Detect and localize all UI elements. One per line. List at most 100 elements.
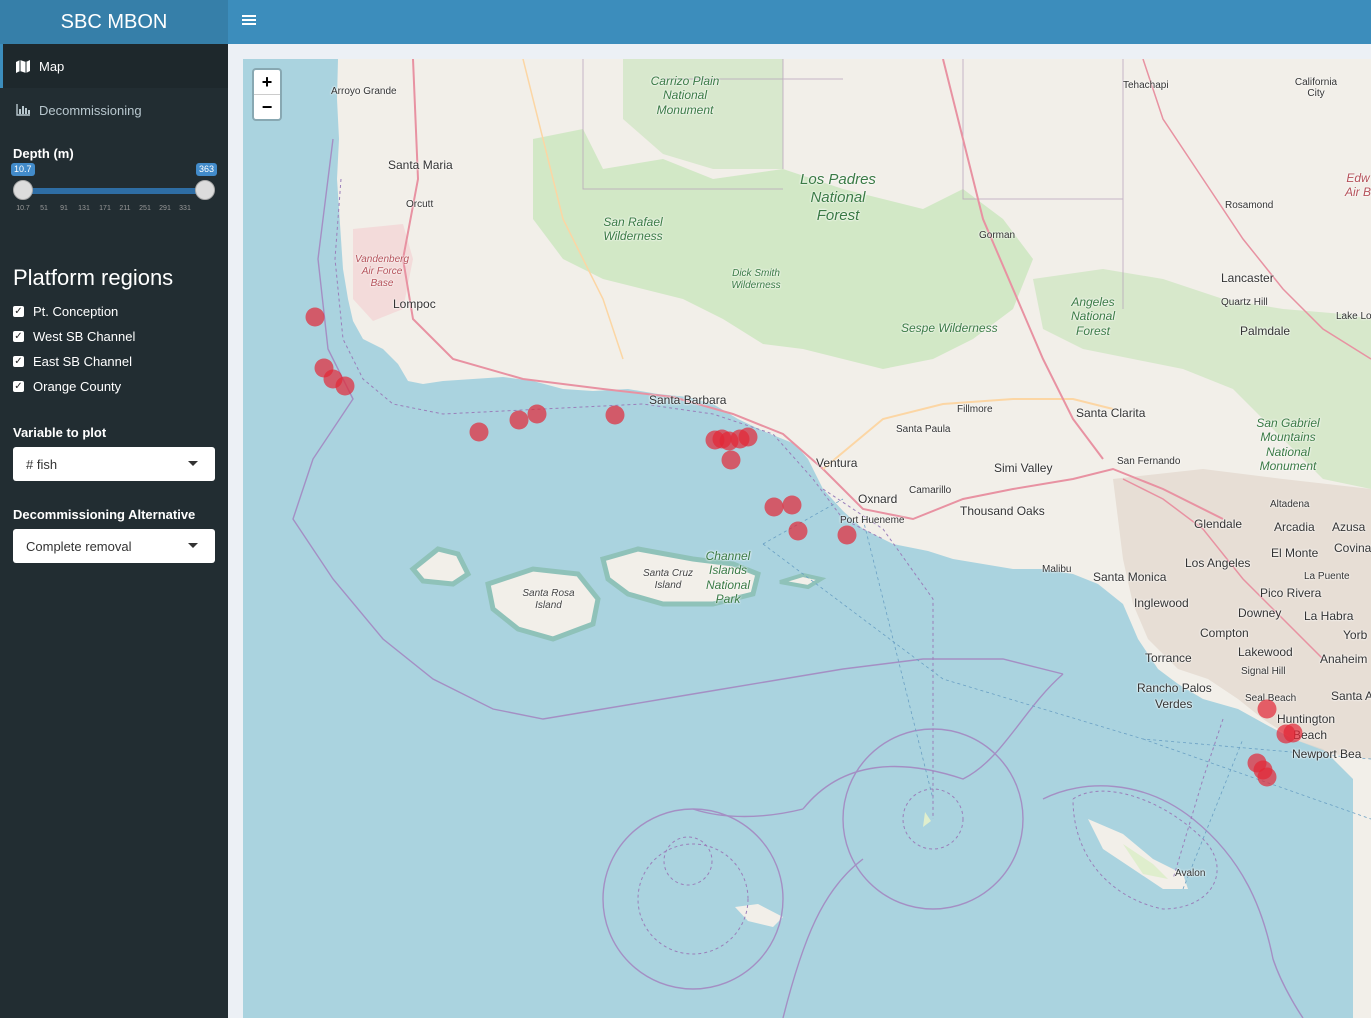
anacapa-island	[779, 572, 827, 590]
variable-select-value: # fish	[26, 456, 58, 472]
map-label-place: Lake Lo	[1336, 311, 1371, 322]
platform-marker[interactable]	[305, 307, 325, 327]
platform-marker[interactable]	[469, 422, 489, 442]
checkbox-checked-icon[interactable]: ✓	[13, 331, 24, 342]
platform-marker[interactable]	[738, 427, 758, 447]
checkbox-checked-icon[interactable]: ✓	[13, 381, 24, 392]
map-view[interactable]: + − Carrizo Plain National Monument Los …	[243, 59, 1371, 1018]
map-label-place: Palmdale	[1240, 324, 1291, 338]
map-label-place: Santa Barbara	[649, 393, 727, 407]
zoom-control: + −	[252, 68, 282, 121]
map-icon	[16, 59, 30, 73]
map-label-place: Los Angeles	[1185, 556, 1251, 570]
depth-tick: 331	[179, 205, 191, 212]
sidebar-item-label: Map	[39, 58, 65, 74]
map-label-place: Covina	[1334, 541, 1371, 555]
map-label-place: Lompoc	[393, 297, 436, 311]
map-label-san-gabriel: San Gabriel Mountains National Monument	[1256, 416, 1320, 474]
map-label-place: Signal Hill	[1241, 666, 1286, 677]
region-label: Pt. Conception	[33, 304, 119, 319]
map-label-place: El Monte	[1271, 546, 1319, 560]
map-label-place: Port Hueneme	[840, 515, 905, 526]
platform-marker[interactable]	[837, 525, 857, 545]
zoom-out-button[interactable]: −	[254, 94, 280, 119]
map-label-place: Yorb	[1343, 628, 1368, 642]
caret-down-icon	[188, 461, 198, 466]
checkbox-checked-icon[interactable]: ✓	[13, 356, 24, 367]
depth-label: Depth (m)	[13, 146, 74, 161]
map-label-place: Ventura	[816, 456, 858, 470]
map-label-place: Thousand Oaks	[960, 504, 1045, 518]
san-miguel-island	[409, 546, 472, 587]
alternative-label: Decommissioning Alternative	[13, 507, 196, 522]
depth-tick: 51	[40, 205, 48, 212]
map-label-vandenberg: Vandenberg Air Force Base	[354, 254, 410, 289]
alternative-select-value: Complete removal	[26, 538, 132, 554]
map-label-place: San Fernando	[1117, 456, 1181, 467]
map-label-place: Malibu	[1042, 564, 1072, 575]
map-label-place: Pico Rivera	[1260, 586, 1322, 600]
platform-regions-title: Platform regions	[13, 265, 174, 290]
platform-marker[interactable]	[788, 521, 808, 541]
map-label-los-padres: Los Padres National Forest	[800, 171, 876, 224]
map-label-place: Compton	[1200, 626, 1249, 640]
platform-marker[interactable]	[1257, 767, 1277, 787]
map-label-place: Downey	[1238, 606, 1282, 620]
map-label-place: Verdes	[1155, 697, 1193, 711]
region-checkbox-east-sb-channel[interactable]: ✓ East SB Channel	[13, 349, 215, 374]
depth-max-handle[interactable]	[195, 180, 215, 200]
map-label-place: Santa Clarita	[1076, 406, 1146, 420]
map-label-place: Lakewood	[1238, 645, 1293, 659]
depth-slider[interactable]: 10.7 363 10.7 51 91 131 171 211 251 291 …	[11, 161, 217, 221]
variable-select[interactable]: # fish	[13, 447, 215, 481]
platform-marker[interactable]	[721, 450, 741, 470]
map-label-place: Rancho Palos	[1137, 681, 1212, 695]
map-label-place: California City	[1294, 77, 1338, 99]
map-label-place: Santa Monica	[1093, 570, 1167, 584]
map-label-place: Arroyo Grande	[331, 86, 397, 97]
depth-tick: 171	[99, 205, 111, 212]
platform-marker[interactable]	[335, 376, 355, 396]
depth-tick: 10.7	[16, 205, 30, 212]
app-logo-title[interactable]: SBC MBON	[0, 0, 228, 44]
sidebar-item-label: Decommissioning	[39, 102, 142, 118]
map-label-place: Torrance	[1145, 651, 1192, 665]
map-label-place: Rosamond	[1225, 200, 1274, 211]
depth-min-handle[interactable]	[13, 180, 33, 200]
map-label-place: Arcadia	[1274, 520, 1315, 534]
map-label-santa-rosa: Santa Rosa Island	[522, 588, 575, 611]
alternative-select[interactable]: Complete removal	[13, 529, 215, 563]
map-label-angeles: Angeles National Forest	[1070, 295, 1116, 338]
region-checkbox-west-sb-channel[interactable]: ✓ West SB Channel	[13, 324, 215, 349]
region-checkbox-pt-conception[interactable]: ✓ Pt. Conception	[13, 299, 215, 324]
region-checkbox-orange-county[interactable]: ✓ Orange County	[13, 374, 215, 399]
sidebar-item-decommissioning[interactable]: Decommissioning	[0, 88, 228, 132]
bar-chart-icon	[16, 104, 30, 116]
depth-max-value: 363	[195, 163, 217, 176]
map-label-san-rafael: San Rafael Wilderness	[603, 215, 663, 244]
platform-marker[interactable]	[782, 495, 802, 515]
map-label-place: Fillmore	[957, 404, 993, 415]
platform-marker[interactable]	[527, 404, 547, 424]
sidebar: Map Decommissioning Depth (m) 10.7 363 1…	[0, 44, 228, 1018]
platform-marker[interactable]	[605, 405, 625, 425]
map-label-place: Inglewood	[1134, 596, 1189, 610]
depth-min-value: 10.7	[11, 163, 35, 176]
map-label-place: Lancaster	[1221, 271, 1274, 285]
checkbox-checked-icon[interactable]: ✓	[13, 306, 24, 317]
caret-down-icon	[188, 543, 198, 548]
platform-marker[interactable]	[1257, 699, 1277, 719]
map-label-santa-cruz: Santa Cruz Island	[642, 568, 694, 591]
zoom-in-button[interactable]: +	[254, 70, 280, 94]
depth-tick: 291	[159, 205, 171, 212]
sidebar-toggle-icon[interactable]	[242, 13, 256, 27]
map-label-place: La Puente	[1304, 571, 1350, 582]
platform-marker[interactable]	[1283, 723, 1303, 743]
map-label-place: Oxnard	[858, 492, 898, 506]
sidebar-item-map[interactable]: Map	[0, 44, 228, 88]
map-label-place: Camarillo	[909, 485, 952, 496]
map-label-place: Santa Maria	[388, 158, 453, 172]
depth-tick: 131	[78, 205, 90, 212]
platform-marker[interactable]	[509, 410, 529, 430]
platform-marker[interactable]	[764, 497, 784, 517]
